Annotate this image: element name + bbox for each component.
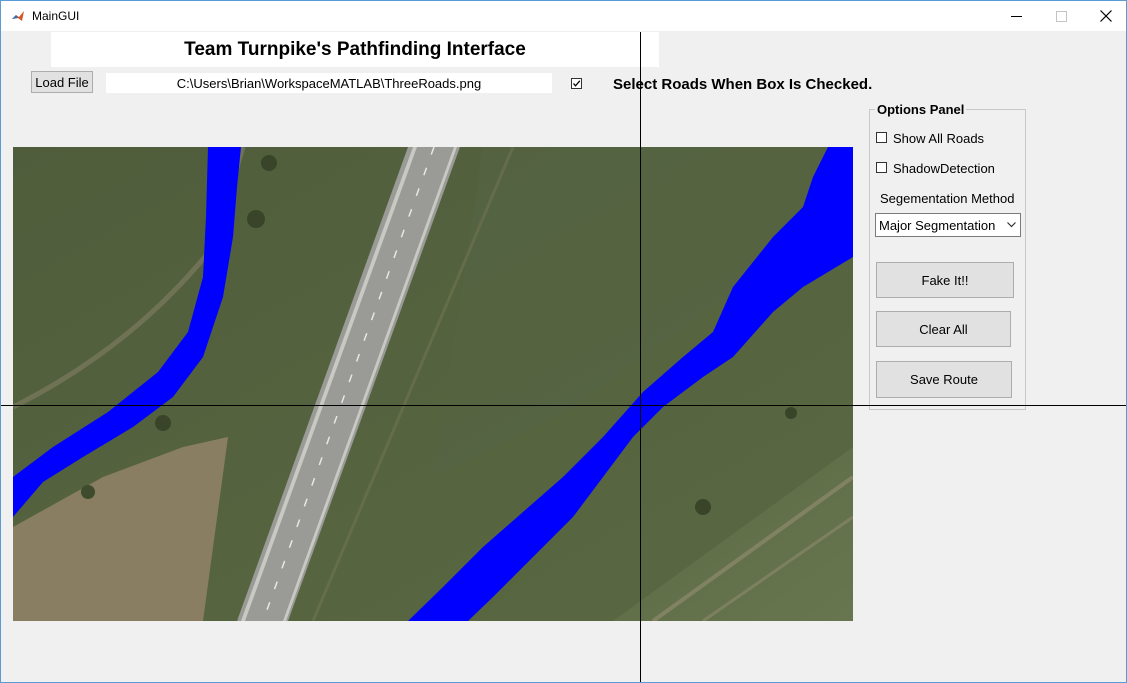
minimize-icon — [1010, 15, 1022, 17]
segmentation-method-select[interactable]: Major Segmentation — [875, 213, 1021, 237]
checkmark-icon — [573, 80, 581, 87]
save-route-button[interactable]: Save Route — [876, 361, 1012, 398]
file-path-field[interactable]: C:\Users\Brian\WorkspaceMATLAB\ThreeRoad… — [106, 73, 552, 93]
options-panel-title: Options Panel — [875, 102, 967, 117]
fake-it-button[interactable]: Fake It!! — [876, 262, 1014, 298]
window-title: MainGUI — [32, 9, 80, 23]
page-title: Team Turnpike's Pathfinding Interface — [184, 38, 526, 60]
main-window: MainGUI Team Turnpike's Pathfinding Inte… — [0, 0, 1127, 683]
show-all-roads-label: Show All Roads — [893, 131, 985, 146]
aerial-map-image[interactable] — [13, 147, 853, 621]
segmentation-method-label: Segementation Method — [880, 191, 1015, 206]
title-bar: MainGUI — [1, 1, 1126, 31]
maximize-icon — [1055, 10, 1067, 22]
load-file-button[interactable]: Load File — [31, 71, 93, 93]
segmentation-method-value: Major Segmentation — [879, 218, 996, 233]
shadow-detection-label: ShadowDetection — [893, 161, 995, 176]
crosshair-horizontal-line — [1, 405, 1126, 406]
clear-all-button[interactable]: Clear All — [876, 311, 1011, 347]
close-icon — [1100, 10, 1112, 22]
maximize-button[interactable] — [1038, 1, 1084, 31]
show-all-roads-checkbox[interactable] — [876, 132, 887, 143]
minimize-button[interactable] — [993, 1, 1039, 31]
crosshair-vertical-line — [640, 32, 641, 682]
page-title-box: Team Turnpike's Pathfinding Interface — [51, 32, 659, 67]
chevron-down-icon — [1003, 214, 1020, 236]
matlab-icon — [11, 9, 25, 23]
select-roads-checkbox[interactable] — [571, 78, 582, 89]
select-roads-hint: Select Roads When Box Is Checked. — [613, 76, 873, 93]
close-button[interactable] — [1083, 1, 1126, 31]
shadow-detection-checkbox[interactable] — [876, 162, 887, 173]
